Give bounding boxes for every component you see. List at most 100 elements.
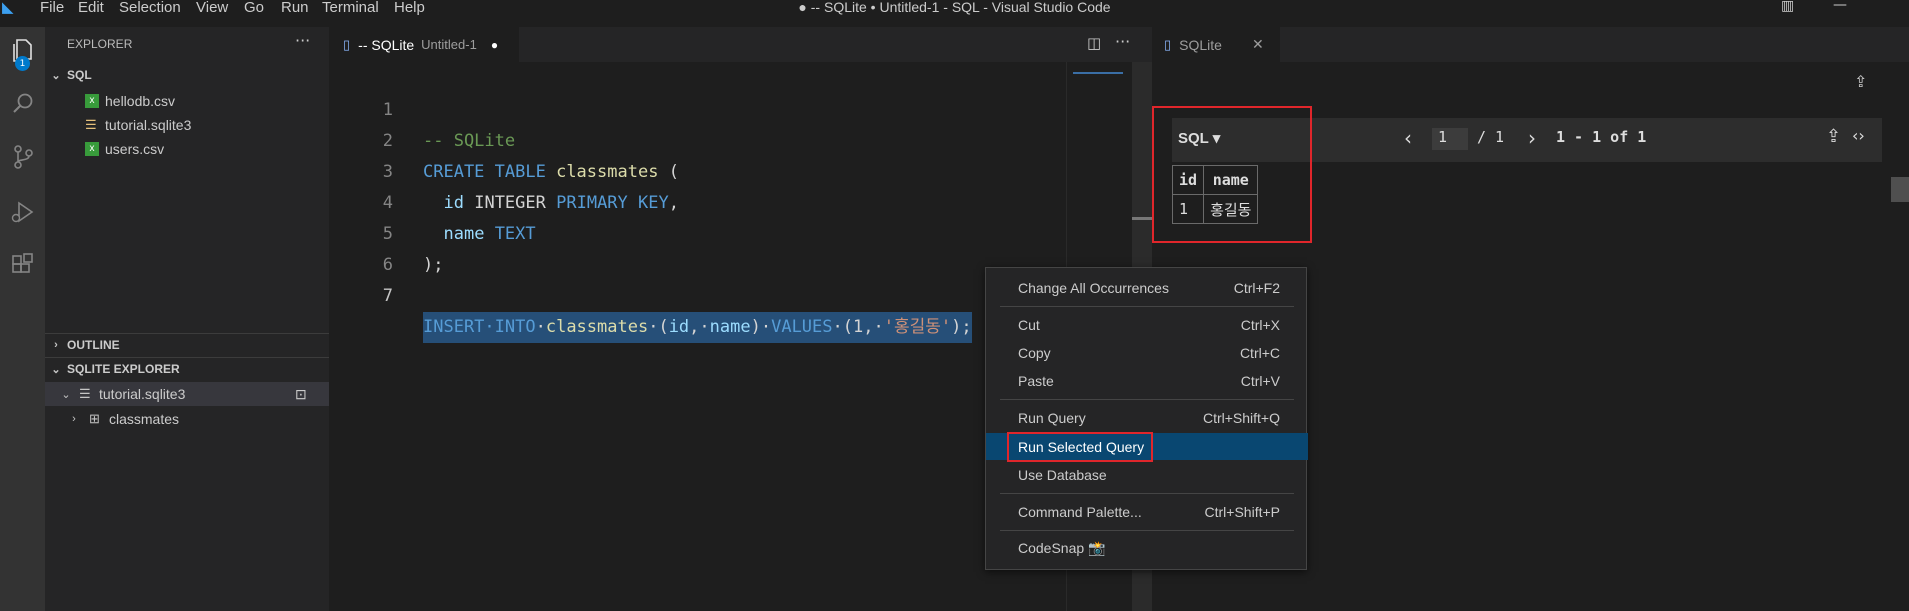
file-label: tutorial.sqlite3 [105, 117, 192, 133]
menu-separator [1000, 493, 1294, 494]
menu-item-command-palette[interactable]: Command Palette... Ctrl+Shift+P [986, 498, 1308, 525]
tab-sqlite-results[interactable]: ▯ SQLite ✕ [1152, 27, 1280, 62]
results-range: 1 - 1 of 1 [1556, 128, 1647, 146]
file-users-csv[interactable]: x users.csv [45, 137, 329, 161]
menu-item-label: Cut [1018, 316, 1040, 333]
explorer-title: EXPLORER [67, 37, 133, 51]
menu-item-label: CodeSnap 📸 [1018, 540, 1106, 556]
menu-item-shortcut: Ctrl+Shift+Q [1202, 409, 1280, 426]
chevron-left-icon[interactable]: ‹ [1404, 126, 1412, 150]
table-classmates[interactable]: › ⊞ classmates [45, 407, 329, 431]
menu-item-copy[interactable]: Copy Ctrl+C [986, 339, 1308, 366]
search-icon[interactable] [0, 83, 45, 123]
page-total: / 1 [1477, 128, 1505, 146]
csv-file-icon: x [85, 142, 99, 156]
selected-item-highlight-box [1007, 432, 1153, 462]
menu-item-shortcut: Ctrl+V [1240, 372, 1280, 389]
extensions-icon[interactable] [0, 245, 45, 285]
source-control-icon[interactable] [0, 137, 45, 177]
code-line: 1 -- SQLite [329, 64, 1066, 151]
menu-item-use-database[interactable]: Use Database [986, 461, 1308, 488]
activity-bar: 1 [0, 27, 45, 611]
expand-code-icon[interactable]: ‹› [1852, 126, 1865, 145]
outline-label: OUTLINE [67, 338, 120, 352]
menu-item-codesnap[interactable]: CodeSnap 📸 [986, 535, 1308, 562]
export-results-icon[interactable]: ⇪ [1826, 126, 1841, 147]
menu-item-cut[interactable]: Cut Ctrl+X [986, 311, 1308, 338]
csv-file-icon: x [85, 94, 99, 108]
code-line-selected: 7 INSERT·INTO·classmates·(id,·name)·VALU… [329, 250, 1066, 343]
minimize-icon[interactable]: — [1833, 0, 1847, 13]
window-title: ● -- SQLite • Untitled-1 - SQL - Visual … [798, 0, 1111, 15]
scrollbar-marker [1132, 217, 1152, 220]
tab-title: -- SQLite [358, 36, 415, 53]
menu-item-label: Change All Occurrences [1018, 279, 1169, 296]
menu-item-label: Command Palette... [1018, 503, 1142, 520]
chevron-right-icon: › [72, 413, 76, 425]
code-line: 3 id INTEGER PRIMARY KEY, [329, 126, 1066, 213]
code-line: 4 name TEXT [329, 157, 1066, 244]
menu-item-label: Run Query [1018, 409, 1086, 426]
export-icon[interactable]: ⇪ [1854, 72, 1867, 91]
tab-untitled-1[interactable]: ▯ -- SQLite Untitled-1 ● [329, 27, 519, 62]
tab-description: Untitled-1 [421, 37, 477, 52]
results-highlight-box [1152, 106, 1312, 243]
context-menu: Change All Occurrences Ctrl+F2 Cut Ctrl+… [985, 267, 1308, 570]
file-label: hellodb.csv [105, 93, 176, 109]
page-input[interactable]: 1 [1432, 128, 1468, 150]
code-line: 5 ); [329, 188, 1066, 275]
folder-label: SQL [67, 68, 92, 82]
results-tab-bar: ▯ SQLite ✕ [1152, 27, 1909, 62]
menu-item-shortcut: Ctrl+X [1240, 316, 1280, 333]
file-tutorial-sqlite3[interactable]: ☰ tutorial.sqlite3 [45, 113, 329, 137]
minimap-preview [1073, 64, 1123, 74]
code-line: 6 [329, 219, 1066, 275]
db-tutorial-sqlite3[interactable]: ⌄ ☰ tutorial.sqlite3 ⊡ [45, 382, 329, 406]
more-actions-icon[interactable]: ··· [1115, 32, 1130, 51]
database-file-icon: ☰ [85, 117, 97, 132]
menu-item-paste[interactable]: Paste Ctrl+V [986, 367, 1308, 394]
outline-section[interactable]: › OUTLINE [45, 334, 329, 356]
code-line: 2 CREATE TABLE classmates ( [329, 95, 1066, 182]
menu-item-change-all-occurrences[interactable]: Change All Occurrences Ctrl+F2 [986, 274, 1308, 301]
code-editor[interactable]: 1 -- SQLite 2 CREATE TABLE classmates ( … [329, 62, 1066, 611]
new-query-icon[interactable]: ⊡ [295, 386, 307, 403]
file-label: users.csv [105, 141, 165, 157]
editor-tab-bar: ▯ -- SQLite Untitled-1 ● ◫ ··· [329, 27, 1152, 62]
layout-icon[interactable]: ▥ [1781, 0, 1794, 14]
menu-item-label: Copy [1018, 344, 1051, 361]
menu-item-shortcut: Ctrl+F2 [1233, 279, 1280, 296]
explorer-icon[interactable]: 1 [0, 31, 45, 71]
sqlite-explorer-section[interactable]: ⌄ SQLITE EXPLORER [45, 358, 329, 380]
menu-item-run-query[interactable]: Run Query Ctrl+Shift+Q [986, 404, 1308, 431]
chevron-down-icon: ⌄ [51, 69, 61, 82]
menu-item-shortcut: Ctrl+C [1239, 344, 1280, 361]
explorer-badge: 1 [15, 56, 30, 71]
folder-sql[interactable]: ⌄ SQL [45, 64, 329, 86]
code-text-selection: INSERT·INTO·classmates·(id,·name)·VALUES… [423, 312, 972, 343]
db-label: tutorial.sqlite3 [99, 386, 186, 402]
chevron-right-icon[interactable]: › [1528, 126, 1536, 150]
database-icon: ☰ [79, 386, 91, 401]
unsaved-dot-icon[interactable]: ● [491, 38, 498, 52]
file-icon: ▯ [343, 36, 351, 52]
line-number: 7 [382, 286, 393, 306]
chevron-down-icon: ⌄ [51, 363, 61, 376]
menu-item-label: Paste [1018, 372, 1054, 389]
sidebar: EXPLORER ··· ⌄ SQL x hellodb.csv ☰ tutor… [45, 27, 329, 611]
table-label: classmates [109, 411, 180, 427]
file-icon: ▯ [1164, 36, 1172, 52]
split-editor-icon[interactable]: ◫ [1087, 34, 1101, 52]
menu-item-shortcut: Ctrl+Shift+P [1204, 503, 1280, 520]
more-actions-icon[interactable]: ··· [295, 31, 310, 50]
chevron-right-icon: › [54, 339, 58, 351]
run-debug-icon[interactable] [0, 192, 45, 232]
right-scrollbar[interactable] [1891, 177, 1909, 202]
table-icon: ⊞ [89, 411, 100, 426]
sqlite-explorer-label: SQLITE EXPLORER [67, 362, 180, 376]
close-icon[interactable]: ✕ [1252, 36, 1264, 53]
title-bar: ◣ File Edit Selection View Go Run Termin… [0, 0, 1909, 18]
tab-title: SQLite [1179, 36, 1222, 53]
file-hellodb-csv[interactable]: x hellodb.csv [45, 89, 329, 113]
menu-item-label: Use Database [1018, 466, 1107, 483]
